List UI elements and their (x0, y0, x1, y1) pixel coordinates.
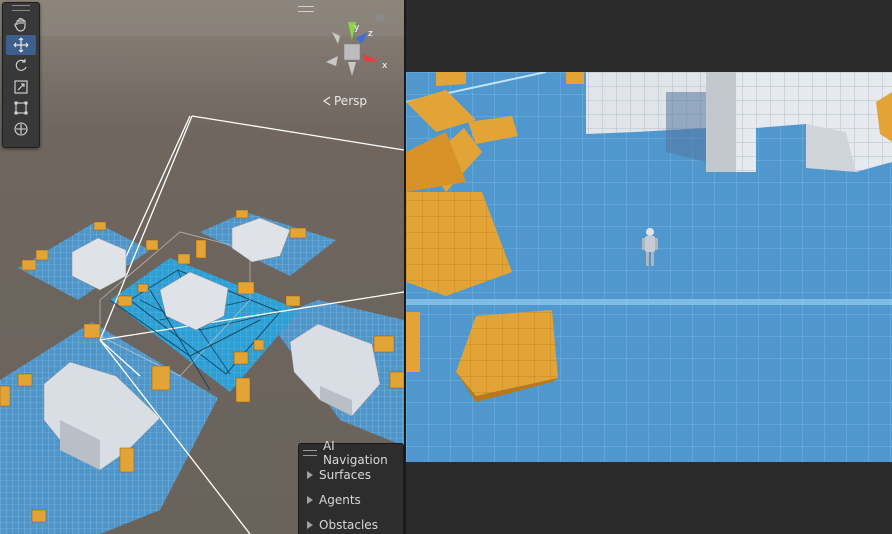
svg-text:x: x (382, 61, 388, 71)
axis-gizmo-icon: y z x (326, 22, 388, 76)
scene-overlay-grip-icon[interactable] (298, 6, 314, 12)
camera-projection-label: Persp (334, 94, 367, 108)
ai-navigation-item-label: Agents (319, 492, 361, 507)
hand-tool-button[interactable] (6, 14, 36, 34)
overlay-grip-icon[interactable] (303, 450, 317, 456)
expand-triangle-icon[interactable] (307, 470, 313, 479)
hand-icon (14, 17, 26, 32)
rect-tool-button[interactable] (6, 98, 36, 118)
rotate-tool-button[interactable] (6, 56, 36, 76)
chevron-left-icon (322, 96, 331, 106)
ai-navigation-item-label: Obstacles (319, 517, 378, 532)
move-icon (13, 37, 29, 53)
scene-view[interactable]: y z x Persp AI Navigation Surfaces Agent… (0, 0, 404, 534)
orientation-gizmo[interactable]: y z x (318, 18, 390, 82)
ai-navigation-item-label: Surfaces (319, 467, 371, 482)
move-tool-button[interactable] (6, 35, 36, 55)
rect-icon (14, 101, 28, 115)
ai-navigation-header[interactable]: AI Navigation (299, 439, 403, 467)
toolbar-grip-icon[interactable] (3, 3, 39, 13)
transform-icon (14, 122, 28, 136)
expand-triangle-icon[interactable] (307, 520, 313, 529)
svg-text:z: z (368, 29, 373, 39)
scale-icon (14, 80, 28, 94)
ai-navigation-item-agents[interactable]: Agents (299, 487, 403, 512)
camera-projection-toggle[interactable]: Persp (322, 94, 367, 108)
expand-triangle-icon[interactable] (307, 495, 313, 504)
ai-navigation-overlay: AI Navigation Surfaces Agents Obstacles (298, 439, 404, 534)
transform-tool-button[interactable] (6, 119, 36, 139)
tools-toolbar (2, 2, 40, 148)
scale-tool-button[interactable] (6, 77, 36, 97)
game-view[interactable] (406, 0, 892, 534)
svg-text:y: y (354, 23, 360, 33)
ai-navigation-title: AI Navigation (322, 439, 388, 467)
game-viewport (406, 72, 892, 462)
rotate-icon (15, 59, 27, 71)
ai-navigation-item-obstacles[interactable]: Obstacles (299, 512, 403, 534)
